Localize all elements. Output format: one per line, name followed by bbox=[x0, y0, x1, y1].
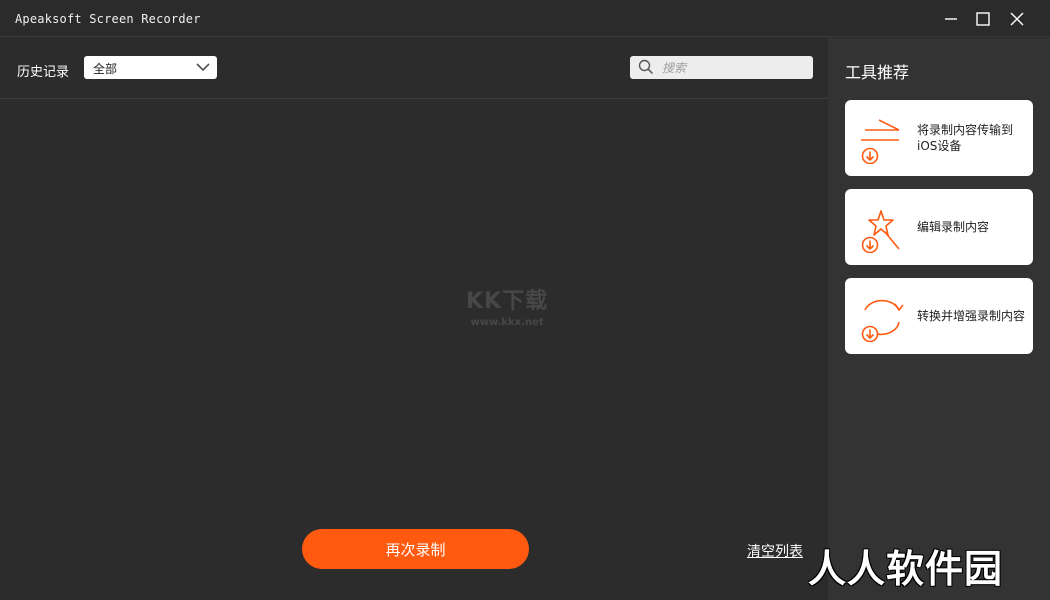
history-label: 历史记录 bbox=[17, 65, 70, 80]
minimize-button[interactable] bbox=[937, 6, 965, 32]
history-filter-value: 全部 bbox=[93, 62, 118, 76]
tool-card-label: 转换并增强录制内容 bbox=[917, 309, 1026, 323]
tool-card-transfer-ios[interactable]: 将录制内容传输到iOS设备 bbox=[845, 100, 1033, 176]
watermark: KK下载 www.kkx.net bbox=[466, 283, 548, 328]
search-icon bbox=[638, 59, 654, 75]
brand-watermark: 人人软件园 bbox=[808, 547, 1004, 591]
tool-card-label: 编辑录制内容 bbox=[917, 220, 990, 234]
tools-sidebar: 工具推荐 将录制内容传输到iOS设备 编辑录制内容 转换并增强录制内容 bbox=[828, 38, 1050, 600]
history-filter-dropdown[interactable]: 全部 bbox=[84, 56, 217, 79]
tool-card-convert[interactable]: 转换并增强录制内容 bbox=[845, 278, 1033, 354]
search-input[interactable] bbox=[662, 59, 807, 76]
edit-magic-icon bbox=[861, 210, 900, 253]
record-again-button[interactable]: 再次录制 bbox=[302, 529, 529, 569]
close-icon bbox=[1010, 12, 1024, 26]
record-again-label: 再次录制 bbox=[385, 541, 446, 559]
watermark-logo: KK下载 bbox=[466, 289, 549, 314]
chevron-down-icon bbox=[196, 63, 210, 72]
close-button[interactable] bbox=[1003, 6, 1031, 32]
app-title: Apeaksoft Screen Recorder bbox=[15, 12, 201, 26]
search-box[interactable] bbox=[630, 56, 813, 79]
maximize-button[interactable] bbox=[969, 6, 997, 32]
minimize-icon bbox=[945, 18, 957, 20]
tools-title: 工具推荐 bbox=[845, 63, 910, 82]
maximize-icon bbox=[976, 12, 990, 26]
convert-icon bbox=[861, 299, 904, 342]
clear-list-link[interactable]: 清空列表 bbox=[747, 541, 803, 561]
tool-card-label: 将录制内容传输到iOS设备 bbox=[917, 123, 1014, 153]
title-bar: Apeaksoft Screen Recorder bbox=[0, 0, 1050, 37]
tool-card-edit[interactable]: 编辑录制内容 bbox=[845, 189, 1033, 265]
transfer-icon bbox=[861, 119, 900, 164]
history-panel: 历史记录 全部 KK下载 www.kkx.net 再次录制 清空列表 bbox=[0, 38, 828, 600]
header-divider bbox=[0, 98, 828, 99]
watermark-url: www.kkx.net bbox=[470, 317, 544, 328]
